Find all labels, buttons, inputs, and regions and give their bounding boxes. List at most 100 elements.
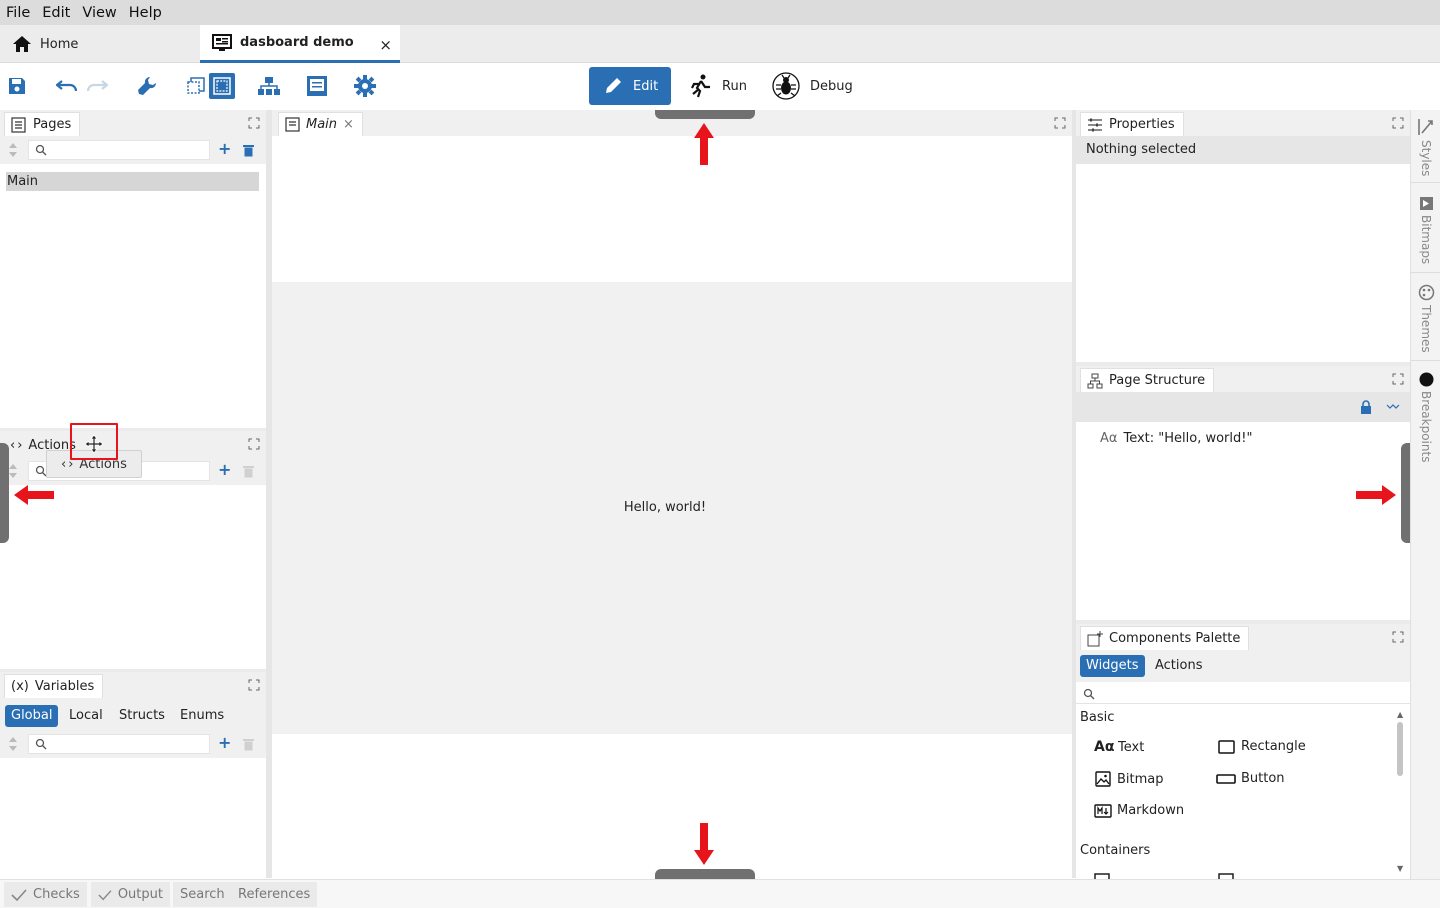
text-widget-icon: Aα — [1100, 431, 1118, 446]
debug-mode-label: Debug — [810, 78, 853, 94]
add-page-button[interactable]: + — [218, 139, 231, 158]
subtab-global[interactable]: Global — [5, 705, 59, 727]
settings-gear-icon[interactable] — [353, 74, 377, 98]
menu-help[interactable]: Help — [123, 5, 168, 21]
subtab-structs[interactable]: Structs — [113, 705, 171, 727]
bottom-tab-label: References — [238, 887, 311, 902]
sort-icon[interactable] — [8, 736, 18, 752]
maximize-panel-icon[interactable] — [1392, 631, 1404, 643]
palette-tab-actions[interactable]: Actions — [1149, 655, 1209, 677]
left-dock-handle[interactable] — [0, 443, 9, 543]
subtab-local[interactable]: Local — [63, 705, 109, 727]
pages-panel-tab[interactable]: Pages — [4, 112, 81, 136]
palette-item-button[interactable]: Button — [1216, 771, 1285, 786]
palette-search-input[interactable] — [1076, 682, 1410, 704]
maximize-panel-icon[interactable] — [1054, 117, 1066, 129]
sidebar-tab-label: Bitmaps — [1419, 215, 1433, 265]
subtab-enums[interactable]: Enums — [174, 705, 230, 727]
canvas-text-widget[interactable]: Hello, world! — [272, 500, 1058, 515]
brush-icon — [1418, 119, 1433, 135]
redo-icon[interactable] — [85, 74, 109, 98]
hierarchy-icon[interactable] — [257, 74, 281, 98]
bottom-tab-search[interactable]: Search — [173, 882, 232, 907]
sidebar-tab-label: Breakpoints — [1419, 391, 1433, 463]
palette-item-label: Bitmap — [1117, 771, 1164, 787]
edit-mode-button[interactable]: Edit — [589, 67, 671, 105]
scrollbar-thumb[interactable] — [1397, 722, 1403, 776]
page-list-item-main[interactable]: Main — [6, 172, 259, 191]
close-tab-icon[interactable]: × — [379, 36, 392, 54]
maximize-panel-icon[interactable] — [248, 679, 260, 691]
sidebar-tab-bitmaps[interactable]: Bitmaps — [1411, 196, 1440, 264]
maximize-panel-icon[interactable] — [248, 438, 260, 450]
page-structure-panel-tab[interactable]: Page Structure — [1080, 368, 1215, 392]
maximize-panel-icon[interactable] — [1392, 373, 1404, 385]
variables-panel-title: Variables — [34, 679, 95, 694]
image-icon — [1095, 771, 1111, 787]
breakpoint-dot-icon — [1419, 372, 1433, 387]
palette-tab-widgets[interactable]: Widgets — [1080, 655, 1145, 677]
menu-file[interactable]: File — [0, 5, 36, 21]
variables-panel-header: (x) Variables — [0, 672, 266, 698]
variables-search-input[interactable] — [28, 734, 210, 754]
wrench-icon[interactable] — [135, 74, 159, 98]
tab-home[interactable]: Home — [0, 25, 200, 63]
sort-icon[interactable] — [8, 142, 18, 158]
arrow-down-indicator — [694, 823, 714, 865]
search-icon — [35, 144, 47, 156]
bottom-tab-checks[interactable]: Checks — [4, 882, 87, 907]
palette-scrollbar[interactable]: ▲ ▼ — [1395, 708, 1407, 878]
scroll-up-arrow[interactable]: ▲ — [1397, 710, 1403, 719]
debug-mode-button[interactable]: Debug — [762, 67, 853, 105]
sidebar-tab-themes[interactable]: Themes — [1411, 284, 1440, 353]
palette-item-bitmap[interactable]: Bitmap — [1095, 771, 1164, 787]
maximize-panel-icon[interactable] — [1392, 117, 1404, 129]
right-dock-handle[interactable] — [1401, 443, 1410, 543]
sort-icon[interactable] — [8, 463, 18, 479]
scroll-down-arrow[interactable]: ▼ — [1397, 864, 1403, 873]
add-action-button[interactable]: + — [218, 460, 231, 479]
sidebar-tab-styles[interactable]: Styles — [1411, 118, 1440, 176]
pencil-icon — [603, 76, 623, 96]
pages-search-input[interactable] — [28, 140, 210, 160]
add-variable-button[interactable]: + — [218, 733, 231, 752]
bottom-dock-handle[interactable] — [655, 869, 755, 879]
delete-action-icon[interactable] — [243, 465, 254, 478]
properties-panel-header: Properties — [1076, 110, 1410, 136]
delete-variable-icon[interactable] — [243, 738, 254, 751]
save-icon[interactable] — [5, 74, 29, 98]
properties-panel-title: Properties — [1109, 117, 1175, 132]
collapse-all-icon[interactable] — [1386, 403, 1400, 411]
palette-item-text[interactable]: Aα Text — [1094, 739, 1144, 755]
delete-page-icon[interactable] — [243, 144, 254, 157]
page-list-icon[interactable] — [305, 74, 329, 98]
copy-frame-icon[interactable] — [184, 74, 208, 98]
bottom-tab-references[interactable]: References — [231, 882, 318, 907]
editor-tab-main[interactable]: Main × — [278, 112, 363, 136]
menu-bar: File Edit View Help — [0, 0, 1440, 25]
top-dock-handle[interactable] — [655, 110, 755, 119]
maximize-panel-icon[interactable] — [248, 117, 260, 129]
run-mode-button[interactable]: Run — [680, 67, 754, 105]
bottom-tab-output[interactable]: Output — [91, 882, 170, 907]
close-icon[interactable]: × — [343, 117, 354, 132]
palette-item-rectangle[interactable]: Rectangle — [1218, 739, 1306, 754]
palette-item-markdown[interactable]: Markdown — [1094, 803, 1184, 818]
undo-icon[interactable] — [55, 74, 79, 98]
structure-item-text[interactable]: Aα Text: "Hello, world!" — [1100, 431, 1252, 446]
sidebar-tab-breakpoints[interactable]: Breakpoints — [1411, 372, 1440, 462]
palette-item-label: Text — [1118, 739, 1145, 755]
menu-view[interactable]: View — [76, 5, 122, 21]
properties-panel-tab[interactable]: Properties — [1080, 112, 1184, 136]
right-splitter[interactable] — [1072, 110, 1076, 878]
components-palette-tab[interactable]: Components Palette — [1080, 626, 1250, 650]
variables-panel-tab[interactable]: (x) Variables — [4, 674, 104, 698]
page-view-icon[interactable] — [209, 73, 235, 99]
bottom-tab-label: Output — [117, 887, 163, 902]
move-cursor-icon — [84, 434, 104, 454]
menu-edit[interactable]: Edit — [36, 5, 76, 21]
components-palette-header: Components Palette — [1076, 624, 1410, 650]
tab-dashboard-demo[interactable]: dasboard demo × — [200, 25, 400, 63]
lock-icon[interactable] — [1360, 400, 1372, 414]
pages-icon — [11, 116, 27, 133]
